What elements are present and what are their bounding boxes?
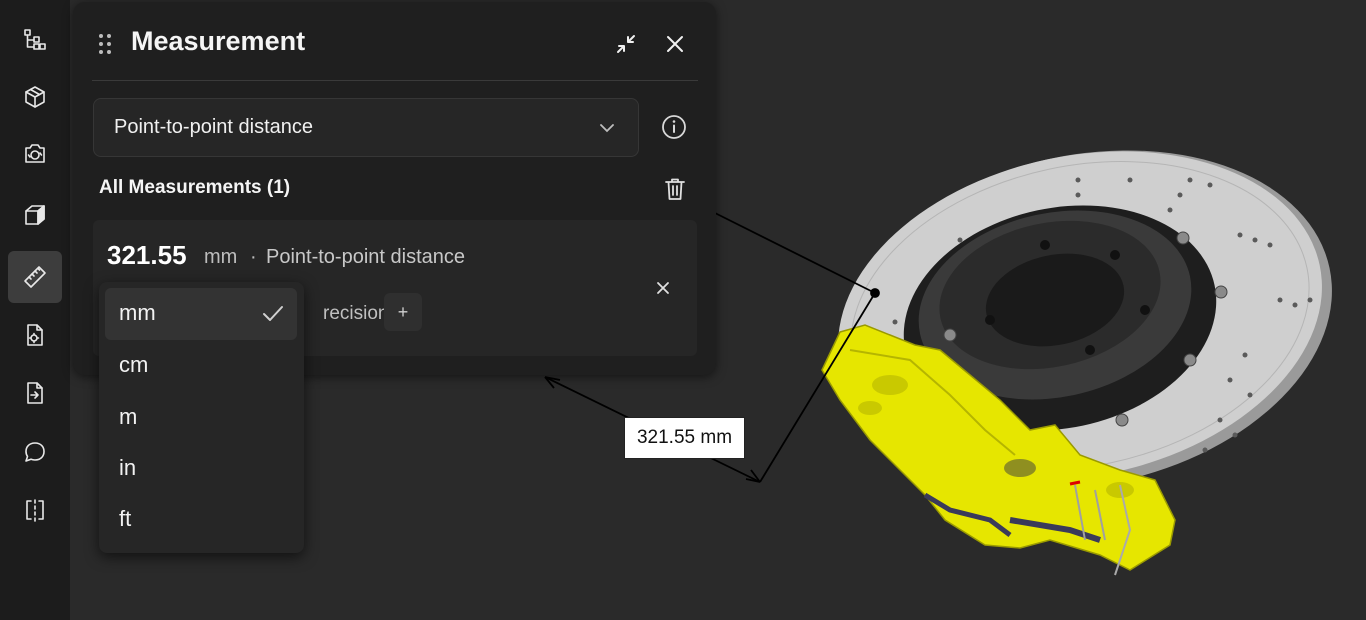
comment-button[interactable] — [8, 426, 62, 478]
increase-precision-button[interactable]: + — [384, 293, 422, 331]
trash-icon[interactable] — [663, 176, 687, 202]
measurement-mode-value: Point-to-point distance — [114, 116, 314, 138]
collapse-arrows-icon — [617, 35, 635, 53]
separator-dot: · — [250, 246, 257, 268]
collapse-button[interactable] — [612, 30, 640, 58]
left-toolbar — [0, 0, 70, 620]
remove-measurement-icon[interactable] — [654, 279, 672, 297]
export-document-button[interactable] — [8, 367, 62, 419]
all-measurements-title: All Measurements (1) — [99, 177, 291, 198]
unit-option-in[interactable]: in — [105, 443, 297, 495]
measurement-type: Point-to-point distance — [266, 246, 466, 268]
panel-header: Measurement — [73, 2, 716, 80]
unit-option-ft[interactable]: ft — [105, 494, 297, 546]
camera-views-icon — [25, 144, 45, 163]
header-divider — [92, 80, 698, 81]
dimension-value-label: 321.55 mm — [624, 417, 745, 459]
section-split-button[interactable] — [8, 484, 62, 536]
unit-option-label: mm — [119, 300, 156, 325]
check-icon — [263, 306, 283, 321]
precision-label: recision — [323, 303, 389, 324]
unit-option-label: in — [119, 455, 137, 480]
unit-option-m[interactable]: m — [105, 392, 297, 444]
chevron-down-icon — [600, 124, 614, 133]
unit-option-mm[interactable]: mm — [105, 288, 297, 340]
unit-option-label: ft — [119, 506, 132, 531]
measurement-unit-toggle[interactable]: mm — [204, 246, 237, 269]
measurement-mode-select[interactable]: Point-to-point distance — [93, 98, 639, 157]
parts-cube-icon — [25, 86, 45, 108]
parts-button[interactable] — [8, 71, 62, 123]
info-icon[interactable] — [660, 113, 688, 141]
measurement-value: 321.55 — [107, 240, 187, 270]
comment-icon — [25, 442, 45, 462]
close-icon — [667, 36, 683, 52]
unit-option-label: m — [119, 404, 138, 429]
close-panel-button[interactable] — [661, 30, 689, 58]
unit-option-cm[interactable]: cm — [105, 340, 297, 392]
solid-view-button[interactable] — [8, 189, 62, 241]
measure-button[interactable] — [8, 251, 62, 303]
model-tree-icon — [24, 29, 46, 50]
section-split-icon — [26, 499, 44, 522]
drag-handle-icon[interactable] — [98, 33, 112, 55]
ruler-icon — [24, 266, 46, 288]
camera-views-button[interactable] — [8, 128, 62, 180]
panel-title: Measurement — [131, 26, 306, 56]
model-tree-button[interactable] — [8, 14, 62, 66]
unit-dropdown-menu: mm cm m in ft — [99, 282, 304, 553]
document-settings-button[interactable] — [8, 309, 62, 361]
export-document-icon — [27, 382, 43, 404]
solid-box-icon — [25, 205, 45, 225]
unit-option-label: cm — [119, 352, 149, 377]
document-settings-icon — [27, 324, 43, 346]
